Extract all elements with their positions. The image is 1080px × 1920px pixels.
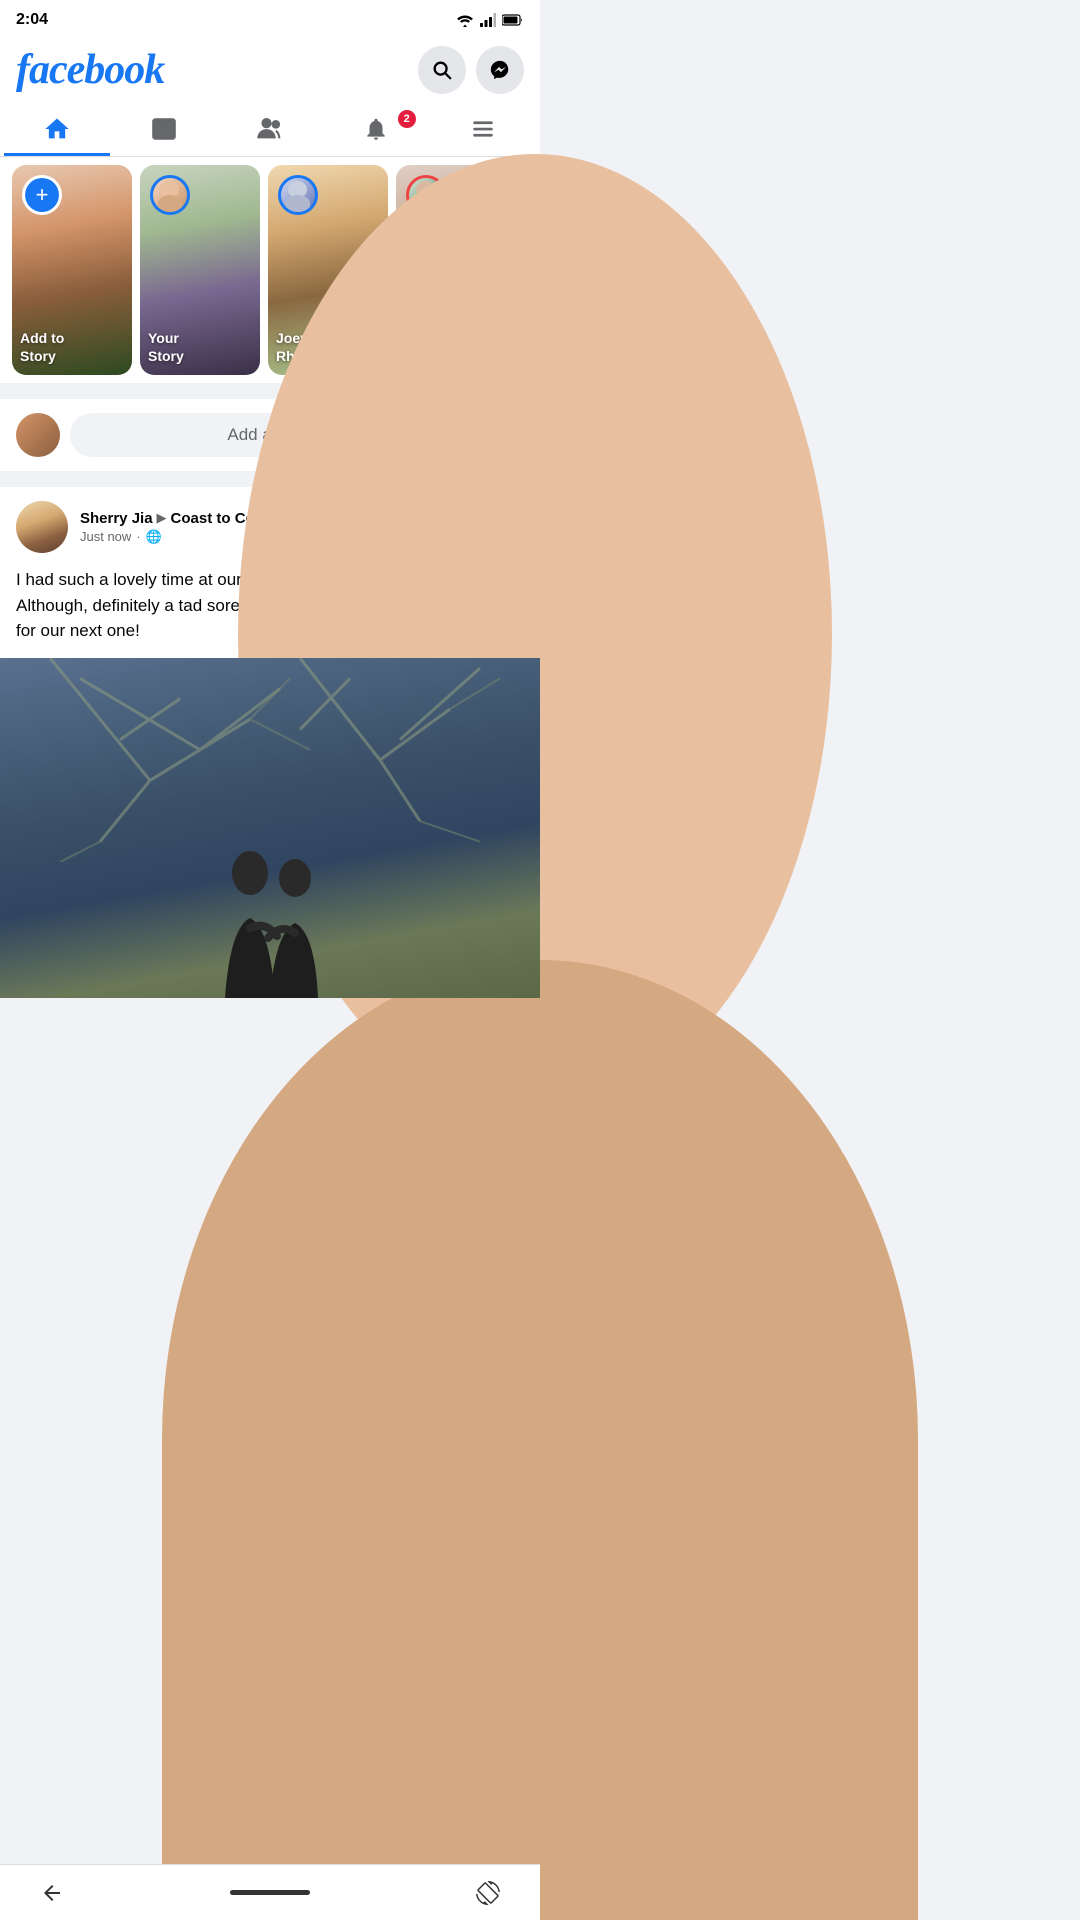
post-arrow-icon: ▶ [157, 510, 167, 526]
battery-icon [502, 14, 524, 26]
story-your[interactable]: YourStory [140, 165, 260, 375]
bell-icon [363, 116, 389, 142]
back-icon [40, 1881, 64, 1905]
tab-menu[interactable] [430, 104, 536, 156]
search-button[interactable] [418, 46, 466, 94]
watch-icon [151, 116, 177, 142]
header: facebook [0, 36, 540, 104]
story-label-your: YourStory [148, 329, 184, 365]
avatar-body [158, 195, 182, 212]
story-label-add: Add toStory [20, 329, 64, 365]
story-avatar-your [150, 175, 190, 215]
tab-notifications[interactable]: 2 [323, 104, 429, 156]
bottom-nav [0, 1864, 540, 1920]
back-button[interactable] [32, 1873, 72, 1913]
story-avatar-add: + [22, 175, 62, 215]
groups-icon [256, 115, 284, 143]
home-indicator [230, 1890, 310, 1895]
facebook-logo: facebook [16, 46, 164, 94]
privacy-icon: · [136, 529, 140, 544]
couple-silhouette-svg [170, 838, 370, 998]
messenger-button[interactable] [476, 46, 524, 94]
post-composer: Add a post [0, 399, 540, 471]
wifi-icon [456, 13, 474, 27]
home-icon [43, 115, 71, 143]
tab-home[interactable] [4, 104, 110, 156]
add-plus-icon: + [25, 177, 59, 213]
post-author-name[interactable]: Sherry Jia [80, 510, 153, 527]
status-time: 2:04 [16, 11, 48, 29]
post-author-avatar[interactable] [16, 501, 68, 553]
status-icons [456, 13, 524, 27]
nav-tabs: 2 [0, 104, 540, 157]
story-avatar-joey [278, 175, 318, 215]
tree-branches-svg [0, 658, 540, 862]
header-actions [418, 46, 524, 94]
rotate-button[interactable] [468, 1873, 508, 1913]
rotate-icon [476, 1881, 500, 1905]
menu-icon [470, 116, 496, 142]
avatar-body-joey [286, 195, 310, 212]
story-add[interactable]: + Add toStory [12, 165, 132, 375]
post-image [0, 658, 540, 998]
tab-watch[interactable] [110, 104, 216, 156]
status-bar: 2:04 [0, 0, 540, 36]
messenger-icon [489, 59, 511, 81]
composer-avatar [16, 413, 60, 457]
search-icon [431, 59, 453, 81]
post-time: Just now [80, 529, 131, 544]
notification-badge: 2 [398, 110, 416, 128]
signal-icon [480, 13, 496, 27]
globe-icon: 🌐 [146, 529, 162, 545]
tab-groups[interactable] [217, 104, 323, 156]
